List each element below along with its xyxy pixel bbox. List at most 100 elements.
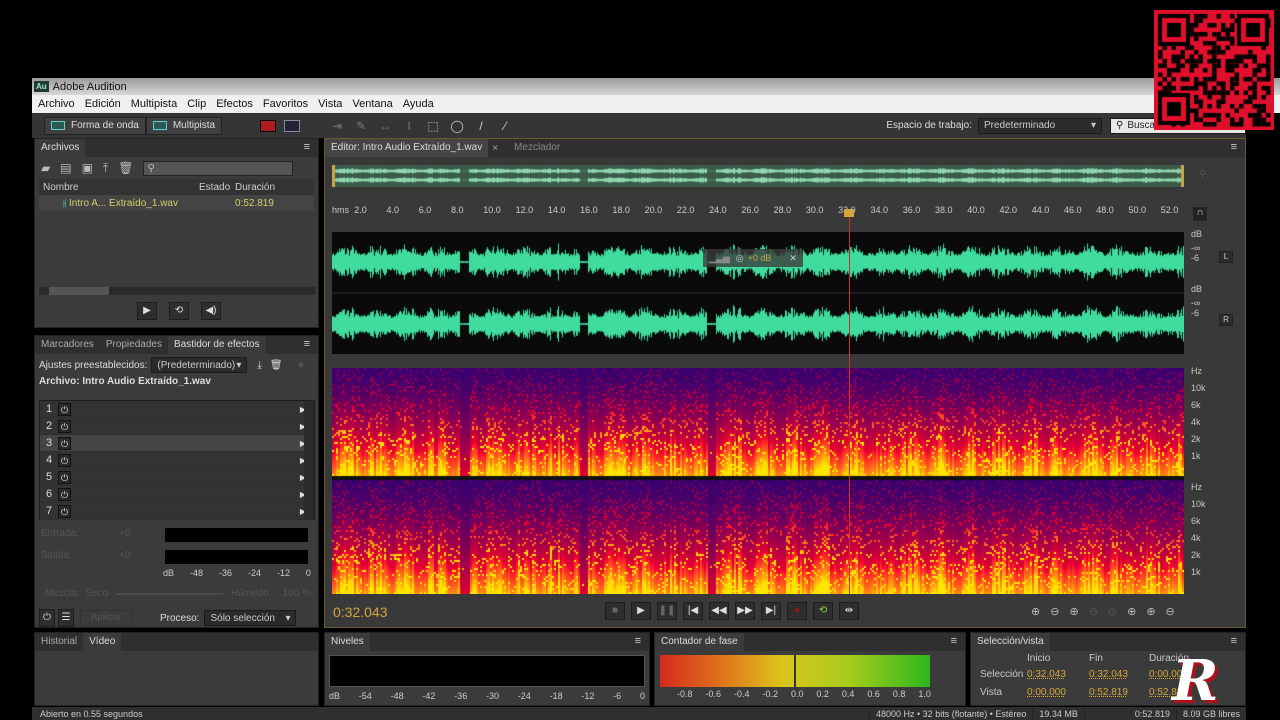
close-icon[interactable]: × — [488, 143, 502, 154]
skip-end-button[interactable]: ▶| — [761, 602, 781, 620]
overview-navigator[interactable] — [332, 165, 1184, 187]
slip-tool-icon[interactable]: ↔ — [378, 119, 392, 133]
gain-knob-icon[interactable]: ◎ — [736, 253, 744, 264]
waveform-display-button[interactable] — [284, 119, 301, 132]
list-icon[interactable]: ☰ — [58, 609, 74, 627]
view-end[interactable]: 0:52.819 — [1089, 687, 1149, 698]
zoom-navigator-icon[interactable]: ⚲ — [1199, 169, 1206, 180]
menu-favoritos[interactable]: Favoritos — [263, 98, 308, 110]
file-row[interactable]: ⫲ Intro A... Extraído_1.wav 0:52.819 — [39, 195, 314, 211]
zoom-out-amplitude-icon[interactable]: ⊖ — [1050, 605, 1059, 618]
tab-effects-rack[interactable]: Bastidor de efectos — [167, 336, 266, 354]
open-folder-icon[interactable]: ▰ — [41, 161, 50, 175]
power-icon[interactable]: ⏻ — [58, 504, 71, 518]
current-time-display[interactable]: 0:32.043 — [333, 604, 388, 620]
menu-ayuda[interactable]: Ayuda — [403, 98, 434, 110]
hud-gain-control[interactable]: ▁▃▅ ◎ +0 dB ✕ — [703, 249, 803, 267]
process-select[interactable]: Sólo selección ▾ — [204, 610, 297, 626]
power-icon[interactable]: ⏻ — [58, 453, 71, 467]
panel-menu-icon[interactable]: ≡ — [304, 141, 310, 153]
effect-slot[interactable]: 1 ⏻ ▶ — [40, 401, 314, 418]
power-icon[interactable]: ⏻ — [39, 609, 55, 627]
preset-select[interactable]: (Predeterminado) ▾ — [151, 357, 248, 373]
column-status[interactable]: Estado — [199, 182, 235, 193]
pin-icon[interactable]: ✕ — [789, 253, 797, 264]
zoom-out-time-icon[interactable]: ⊖ — [1089, 605, 1098, 618]
spectral-display-button[interactable] — [260, 119, 277, 132]
power-icon[interactable]: ⏻ — [58, 470, 71, 484]
play-icon[interactable]: ▶ — [137, 302, 157, 320]
menu-edicion[interactable]: Edición — [85, 98, 121, 110]
playhead[interactable] — [844, 209, 855, 594]
effect-slot[interactable]: 7 ⏻ ▶ — [40, 503, 314, 520]
column-name[interactable]: Nombre — [39, 182, 199, 193]
tab-levels[interactable]: Niveles — [325, 633, 370, 651]
panel-menu-icon[interactable]: ≡ — [304, 338, 310, 350]
insert-icon[interactable]: ⤒ — [103, 161, 108, 176]
spectral-display[interactable] — [332, 368, 1184, 594]
menu-vista[interactable]: Vista — [318, 98, 342, 110]
snap-magnet-icon[interactable]: ∩ — [1193, 207, 1207, 221]
panel-menu-icon[interactable]: ≡ — [1231, 141, 1237, 153]
menu-ventana[interactable]: Ventana — [352, 98, 392, 110]
power-icon[interactable]: ⏻ — [58, 436, 71, 450]
effect-slot[interactable]: 2 ⏻ ▶ — [40, 418, 314, 435]
files-search-input[interactable]: ⚲ — [143, 160, 294, 176]
mix-slider[interactable] — [116, 592, 223, 595]
spot-healing-icon[interactable]: ⁄ — [498, 119, 512, 133]
new-file-icon[interactable]: ▣ — [82, 161, 93, 175]
tab-files[interactable]: Archivos — [35, 139, 86, 157]
effects-list-scrollbar[interactable] — [304, 401, 314, 519]
channel-right-button[interactable]: R — [1219, 314, 1233, 326]
favorite-star-icon[interactable]: ★ — [297, 360, 306, 371]
waveform-view-button[interactable]: Forma de onda — [44, 116, 146, 135]
column-duration[interactable]: Duración — [235, 182, 275, 193]
play-button[interactable]: ▶ — [631, 602, 651, 620]
save-preset-icon[interactable]: ⤓ — [257, 360, 261, 371]
playhead-handle[interactable] — [844, 209, 855, 217]
zoom-in-right-icon[interactable]: ⊕ — [1146, 605, 1155, 618]
apply-button[interactable]: Aplicar — [80, 610, 132, 626]
menu-clip[interactable]: Clip — [187, 98, 206, 110]
record-button[interactable]: ● — [787, 602, 807, 620]
multitrack-view-button[interactable]: Multipista — [145, 116, 223, 135]
stop-button[interactable]: ■ — [605, 602, 625, 620]
workspace-select[interactable]: Predeterminado ▾ — [978, 117, 1102, 134]
selection-end[interactable]: 0:32.043 — [1089, 669, 1149, 680]
channel-left-button[interactable]: L — [1219, 251, 1233, 263]
menu-multipista[interactable]: Multipista — [131, 98, 177, 110]
tab-mixer[interactable]: Mezclador — [508, 139, 566, 157]
trash-icon[interactable]: 🗑 — [270, 360, 283, 371]
panel-menu-icon[interactable]: ≡ — [635, 635, 641, 647]
volume-icon[interactable]: ◀) — [201, 302, 221, 320]
tab-phase[interactable]: Contador de fase — [655, 633, 744, 651]
tab-markers[interactable]: Marcadores — [35, 336, 100, 354]
fast-forward-button[interactable]: ▶▶ — [735, 602, 755, 620]
razor-tool-icon[interactable]: ✎ — [354, 119, 368, 133]
power-icon[interactable]: ⏻ — [58, 487, 71, 501]
rewind-button[interactable]: ◀◀ — [709, 602, 729, 620]
zoom-full-icon[interactable]: ⊖ — [1166, 605, 1175, 618]
effect-slot[interactable]: 5 ⏻ ▶ — [40, 469, 314, 486]
tab-editor[interactable]: Editor: Intro Audio Extraído_1.wav — [325, 139, 489, 157]
pause-button[interactable]: ❚❚ — [657, 602, 677, 620]
skip-selection-button[interactable]: ⇹ — [839, 602, 859, 620]
loop-button[interactable]: ⟲ — [813, 602, 833, 620]
marquee-tool-icon[interactable]: ⬚ — [426, 119, 440, 133]
trash-icon[interactable]: 🗑 — [118, 161, 133, 175]
zoom-in-amplitude-icon[interactable]: ⊕ — [1031, 605, 1040, 618]
panel-menu-icon[interactable]: ≡ — [1231, 635, 1237, 647]
skip-start-button[interactable]: |◀ — [683, 602, 703, 620]
time-selection-tool-icon[interactable]: I — [402, 119, 416, 133]
power-icon[interactable]: ⏻ — [58, 419, 71, 433]
tab-history[interactable]: Historial — [35, 633, 83, 651]
selection-start[interactable]: 0:32.043 — [1027, 669, 1089, 680]
move-tool-icon[interactable]: ⇥ — [330, 119, 344, 133]
effect-slot[interactable]: 4 ⏻ ▶ — [40, 452, 314, 469]
effect-slot[interactable]: 6 ⏻ ▶ — [40, 486, 314, 503]
zoom-in-left-icon[interactable]: ⊕ — [1127, 605, 1136, 618]
lasso-tool-icon[interactable]: ◯ — [450, 119, 464, 133]
import-icon[interactable]: ▤ — [60, 161, 71, 175]
tab-selection-view[interactable]: Selección/vista — [971, 633, 1050, 651]
view-start[interactable]: 0:00.000 — [1027, 687, 1089, 698]
